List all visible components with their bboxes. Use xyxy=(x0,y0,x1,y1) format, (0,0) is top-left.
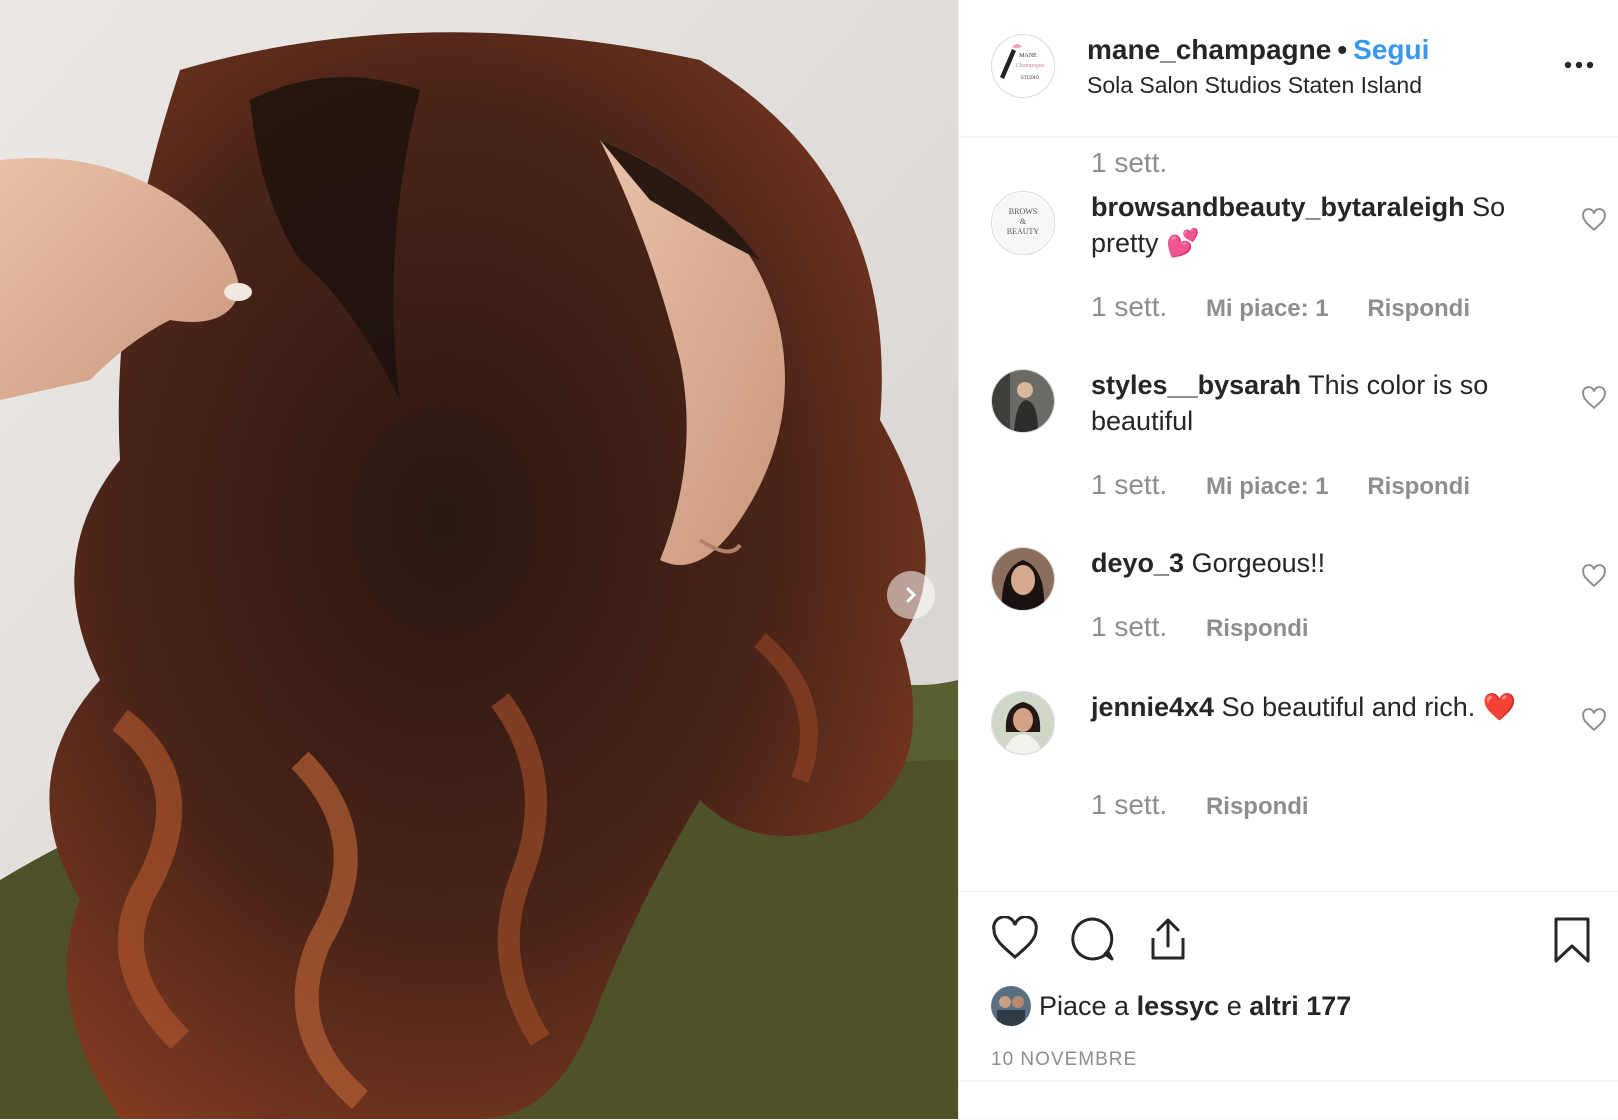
comment-time[interactable]: 1 sett. xyxy=(1091,469,1167,500)
comment-username[interactable]: styles__bysarah xyxy=(1091,370,1301,400)
avatar-photo xyxy=(992,370,1054,432)
comment-meta: 1 sett. Rispondi xyxy=(1091,611,1341,643)
comment-meta: 1 sett. Rispondi xyxy=(1091,789,1341,821)
share-icon[interactable] xyxy=(1145,916,1191,962)
post-actions: Piace a lessyc e altri 177 10 NOVEMBRE xyxy=(959,891,1618,1120)
reply-button[interactable]: Rispondi xyxy=(1206,793,1309,820)
comment-username[interactable]: jennie4x4 xyxy=(1091,692,1214,722)
likes-prefix: Piace a xyxy=(1039,990,1130,1021)
comment-username[interactable]: browsandbeauty_bytaraleigh xyxy=(1091,192,1465,222)
photo-illustration xyxy=(0,0,958,1119)
comment-meta: 1 sett. Mi piace: 1 Rispondi xyxy=(1091,291,1502,323)
avatar-photo xyxy=(992,548,1054,610)
comment-time[interactable]: 1 sett. xyxy=(1091,291,1167,322)
comment-avatar[interactable] xyxy=(991,547,1055,611)
comment-likes[interactable]: Mi piace: 1 xyxy=(1206,473,1329,500)
post-location[interactable]: Sola Salon Studios Staten Island xyxy=(1087,72,1422,99)
comment-likes[interactable]: Mi piace: 1 xyxy=(1206,295,1329,322)
caption-timestamp: 1 sett. xyxy=(1091,147,1168,178)
avatar-photo xyxy=(992,692,1054,754)
post-header: MANE Champagne STUDIO mane_champagne • Seg… xyxy=(959,0,1618,137)
likes-others-link[interactable]: altri 177 xyxy=(1249,991,1351,1022)
reply-button[interactable]: Rispondi xyxy=(1367,473,1470,500)
liker-avatar[interactable] xyxy=(991,986,1031,1026)
svg-text:BROWS: BROWS xyxy=(1009,207,1037,216)
svg-text:STUDIO: STUDIO xyxy=(1021,76,1040,81)
chevron-right-icon xyxy=(906,587,917,603)
header-title-row: mane_champagne • Segui xyxy=(1087,34,1429,66)
author-username[interactable]: mane_champagne xyxy=(1087,34,1331,65)
heart-icon[interactable] xyxy=(991,916,1039,960)
separator-dot: • xyxy=(1337,34,1348,65)
comments-list[interactable]: 1 sett. BROWS & BEAUTY browsandbeauty_by… xyxy=(959,137,1618,891)
follow-button[interactable]: Segui xyxy=(1353,34,1429,65)
heart-icon[interactable] xyxy=(1581,207,1607,233)
more-options-button[interactable] xyxy=(1559,50,1599,80)
reply-button[interactable]: Rispondi xyxy=(1367,295,1470,322)
comment-avatar[interactable] xyxy=(991,369,1055,433)
comment-body: browsandbeauty_bytaraleigh So pretty 💕 xyxy=(1091,189,1531,261)
comment-avatar[interactable] xyxy=(991,691,1055,755)
likes-user-link[interactable]: lessyc xyxy=(1137,991,1220,1022)
comment-username[interactable]: deyo_3 xyxy=(1091,548,1184,578)
author-avatar-logo: MANE Champagne STUDIO xyxy=(993,36,1053,96)
comment-time[interactable]: 1 sett. xyxy=(1091,611,1167,642)
svg-text:BEAUTY: BEAUTY xyxy=(1007,227,1040,236)
heart-icon[interactable] xyxy=(1581,385,1607,411)
reply-button[interactable]: Rispondi xyxy=(1206,615,1309,642)
comment-text: So beautiful and rich. ❤️ xyxy=(1221,692,1517,722)
post-photo xyxy=(0,0,958,1119)
divider xyxy=(959,1080,1618,1081)
comment-icon[interactable] xyxy=(1069,916,1115,962)
comment-body: jennie4x4 So beautiful and rich. ❤️ xyxy=(1091,689,1531,725)
comment-body: styles__bysarah This color is so beautif… xyxy=(1091,367,1531,439)
likes-summary: Piace a lessyc e altri 177 xyxy=(991,986,1351,1026)
more-icon xyxy=(1564,61,1594,69)
comment-time[interactable]: 1 sett. xyxy=(1091,789,1167,820)
next-photo-button[interactable] xyxy=(887,571,935,619)
comment-meta: 1 sett. Mi piace: 1 Rispondi xyxy=(1091,469,1502,501)
svg-text:MANE: MANE xyxy=(1019,53,1037,59)
svg-text:&: & xyxy=(1020,217,1027,226)
comment-avatar[interactable]: BROWS & BEAUTY xyxy=(991,191,1055,255)
comment-text: Gorgeous!! xyxy=(1191,548,1326,578)
post-date[interactable]: 10 NOVEMBRE xyxy=(991,1049,1137,1071)
author-avatar[interactable]: MANE Champagne STUDIO xyxy=(991,34,1055,98)
avatar-photo xyxy=(991,986,1031,1026)
comment-body: deyo_3 Gorgeous!! xyxy=(1091,545,1531,581)
brows-beauty-logo: BROWS & BEAUTY xyxy=(993,193,1053,253)
heart-icon[interactable] xyxy=(1581,563,1607,589)
likes-and: e xyxy=(1226,990,1242,1021)
svg-text:Champagne: Champagne xyxy=(1016,63,1045,69)
post-panel: MANE Champagne STUDIO mane_champagne • Seg… xyxy=(958,0,1618,1119)
bookmark-icon[interactable] xyxy=(1553,916,1591,964)
heart-icon[interactable] xyxy=(1581,707,1607,733)
